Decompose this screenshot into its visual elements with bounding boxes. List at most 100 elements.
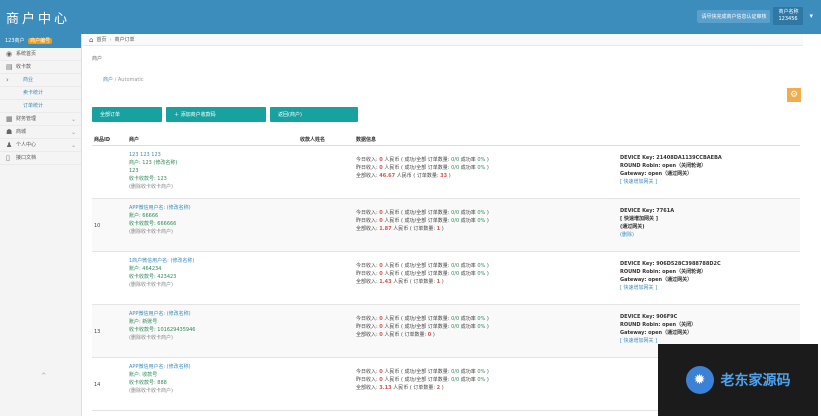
person-icon: ♟ (6, 140, 13, 149)
watermark: ✹ 老东家源码 (658, 344, 818, 416)
breadcrumb: ⌂ 首页 › 商户订单 (83, 34, 803, 46)
data-cell: 今日收入: 0 人民币 ( 成功/全部 订单数量: 0/0 成功率 0% ) 昨日… (356, 156, 489, 180)
merchant-line[interactable]: (删除收卡收卡商户) (129, 334, 195, 342)
home-icon[interactable]: ⌂ (89, 36, 93, 44)
revenue-line: 今日收入: 0 人民币 ( 成功/全部 订单数量: 0/0 成功率 0% ) (356, 369, 489, 375)
revenue-line: 今日收入: 0 人民币 ( 成功/全部 订单数量: 0/0 成功率 0% ) (356, 210, 489, 216)
return-button[interactable]: 返回(商户) (270, 107, 358, 122)
gateway: Gateway: open（通过网关） (620, 330, 693, 336)
add-gateway-link[interactable]: [ 快速增加网关 ] (620, 284, 721, 292)
scroll-up-icon[interactable]: ⌃ (40, 372, 48, 382)
device-key: DEVICE Key: 7761A (620, 208, 675, 214)
sidebar-item-7[interactable]: ♟ 个人中心 ⌄ (0, 139, 81, 152)
device-key: DEVICE Key: 906D528C3988788D2C (620, 261, 721, 267)
row-id: 10 (94, 223, 101, 229)
add-qrcode-button[interactable]: ＋ 添加商户收款码 (166, 107, 266, 122)
user-menu[interactable]: 商户名称 123456 (773, 7, 804, 25)
gateway: Gateway: open（通过网关） (620, 277, 693, 283)
sidebar-item-4[interactable]: 订单统计 (0, 100, 81, 113)
round-robin: ROUND Robin: open（关闭轮询） (620, 269, 707, 275)
settings-gear-icon[interactable]: ⚙ (787, 88, 801, 102)
sidebar-item-label: 收卡款 (16, 63, 32, 70)
all-orders-button[interactable]: 全部订单 (92, 107, 162, 122)
gateway: Gateway: open（通过网关） (620, 171, 693, 177)
data-cell: 今日收入: 0 人民币 ( 成功/全部 订单数量: 0/0 成功率 0% ) 昨日… (356, 315, 489, 339)
col-merchant: 商户 (129, 137, 140, 143)
user-id: 123456 (778, 16, 798, 22)
breadcrumb-home[interactable]: 首页 (96, 36, 106, 43)
page-title: 商户 (92, 56, 103, 62)
revenue-line: 全部收入: 1.43 人民币 ( 订单数量: 1 ) (356, 279, 444, 285)
sub-breadcrumb-current: Automatic (117, 77, 144, 83)
merchant-line: 账户: 新账号 (129, 319, 158, 325)
merchant-line: APP微信用户名: (修改名称) (129, 205, 191, 211)
brand-title: 商户中心 (6, 12, 71, 27)
merchant-line: APP微信用户名: (修改名称) (129, 311, 191, 317)
revenue-line: 昨日收入: 0 人民币 ( 成功/全部 订单数量: 0/0 成功率 0% ) (356, 218, 489, 224)
watermark-text: 老东家源码 (720, 373, 791, 389)
sidebar-item-3[interactable]: 卖卡统计 (0, 87, 81, 100)
row-id: 13 (94, 329, 101, 335)
action-buttons: 全部订单 ＋ 添加商户收款码 返回(商户) (92, 107, 358, 122)
revenue-line: 昨日收入: 0 人民币 ( 成功/全部 订单数量: 0/0 成功率 0% ) (356, 165, 489, 171)
sub-breadcrumb-link[interactable]: 商户 (103, 77, 113, 83)
merchant-cell: APP微信用户名: (修改名称) 账户: 66666 收卡收款号: 666666 (删… (129, 204, 191, 236)
merchant-line: 收卡收款号: 123 (129, 176, 167, 182)
sidebar-item-0[interactable]: ◉ 系统首页 (0, 48, 81, 61)
bullet-icon: › (6, 75, 9, 84)
breadcrumb-current: 商户订单 (114, 37, 135, 43)
revenue-line: 今日收入: 0 人民币 ( 成功/全部 订单数量: 0/0 成功率 0% ) (356, 316, 489, 322)
dashboard-icon: ◉ (6, 49, 13, 58)
sub-breadcrumb: 商户 / Automatic (103, 77, 144, 83)
device-cell: DEVICE Key: 906D528C3988788D2C ROUND Robi… (620, 260, 721, 292)
merchant-line[interactable]: (删除收卡收卡商户) (129, 183, 177, 191)
sidebar-item-label: 商业 (23, 76, 34, 83)
sidebar: 123商户 商户编号 ◉ 系统首页 ▤ 收卡款 › 商业 卖卡统计 订单统计 ▦ 财务管理 ⌄ ☗ 商城… (0, 34, 82, 416)
top-navbar: 商户中心 请尽快完成商户信息认证审核 商户名称 123456 ▾ (0, 0, 821, 34)
sidebar-item-5[interactable]: ▦ 财务管理 ⌄ (0, 113, 81, 126)
finance-icon: ▦ (6, 114, 13, 123)
top-right-area: 请尽快完成商户信息认证审核 商户名称 123456 ▾ (697, 7, 813, 25)
sidebar-item-8[interactable]: ▯ 接口文档 (0, 152, 81, 165)
top-notice[interactable]: 请尽快完成商户信息认证审核 (697, 9, 771, 23)
merchant-line: 账户: 66666 (129, 213, 159, 219)
sidebar-item-1[interactable]: ▤ 收卡款 (0, 61, 81, 74)
merchant-line[interactable]: (删除收卡收卡商户) (129, 228, 191, 236)
device-cell: DEVICE Key: 21408DA1139CCBAEBA ROUND Robi… (620, 154, 722, 186)
col-id: 商品ID (94, 137, 111, 143)
revenue-line: 今日收入: 0 人民币 ( 成功/全部 订单数量: 0/0 成功率 0% ) (356, 263, 489, 269)
merchant-line[interactable]: (删除收卡收卡商户) (129, 387, 191, 395)
col-data: 数据信息 (356, 137, 377, 143)
chevron-down-icon: ⌄ (70, 128, 76, 136)
revenue-line: 昨日收入: 0 人民币 ( 成功/全部 订单数量: 0/0 成功率 0% ) (356, 377, 489, 383)
merchant-line: APP微信用户名: (修改名称) (129, 364, 191, 370)
add-gateway-link[interactable]: [ 快速增加网关 ] (620, 178, 722, 186)
sidebar-merchant-name: 123商户 (5, 38, 25, 44)
add-gateway-link[interactable]: (删除) (620, 231, 674, 239)
sidebar-item-label: 商城 (16, 128, 27, 135)
sidebar-item-label: 卖卡统计 (23, 89, 44, 96)
caret-down-icon[interactable]: ▾ (809, 12, 813, 20)
col-payee: 收款人姓名 (300, 137, 326, 143)
chevron-down-icon: ⌄ (70, 141, 76, 149)
sidebar-header: 123商户 商户编号 (0, 34, 81, 48)
table-header: 商品ID 商户 收款人姓名 数据信息 (92, 134, 800, 146)
sidebar-item-2[interactable]: › 商业 (0, 74, 81, 87)
merchant-line[interactable]: (删除收卡收卡商户) (129, 281, 194, 289)
merchant-line: 账户: 464234 (129, 266, 162, 272)
revenue-line: 全部收入: 0 人民币 ( 订单数量: 0 ) (356, 332, 435, 338)
row-id: 14 (94, 382, 101, 388)
revenue-line: 今日收入: 0 人民币 ( 成功/全部 订单数量: 0/0 成功率 0% ) (356, 157, 489, 163)
user-name: 商户名称 (778, 9, 799, 15)
watermark-logo-icon: ✹ (685, 366, 714, 394)
revenue-line: 全部收入: 3.13 人民币 ( 订单数量: 2 ) (356, 385, 444, 391)
table-row: 123 123 123 商户: 123 (修改名称) 123 收卡收款号: 123 (删… (92, 146, 800, 199)
merchant-cell: 1商户微信用户名: (修改名称) 账户: 464234 收卡收款号: 423423(… (129, 257, 194, 289)
data-cell: 今日收入: 0 人民币 ( 成功/全部 订单数量: 0/0 成功率 0% ) 昨日… (356, 262, 489, 286)
sidebar-item-label: 接口文档 (16, 154, 37, 161)
sidebar-item-6[interactable]: ☗ 商城 ⌄ (0, 126, 81, 139)
chevron-down-icon: ⌄ (70, 115, 76, 123)
table-row: 10 APP微信用户名: (修改名称) 账户: 66666 收卡收款号: 666666… (92, 199, 800, 252)
merchant-line: 商户: 123 (修改名称) (129, 160, 178, 166)
card-icon: ▤ (6, 62, 13, 71)
